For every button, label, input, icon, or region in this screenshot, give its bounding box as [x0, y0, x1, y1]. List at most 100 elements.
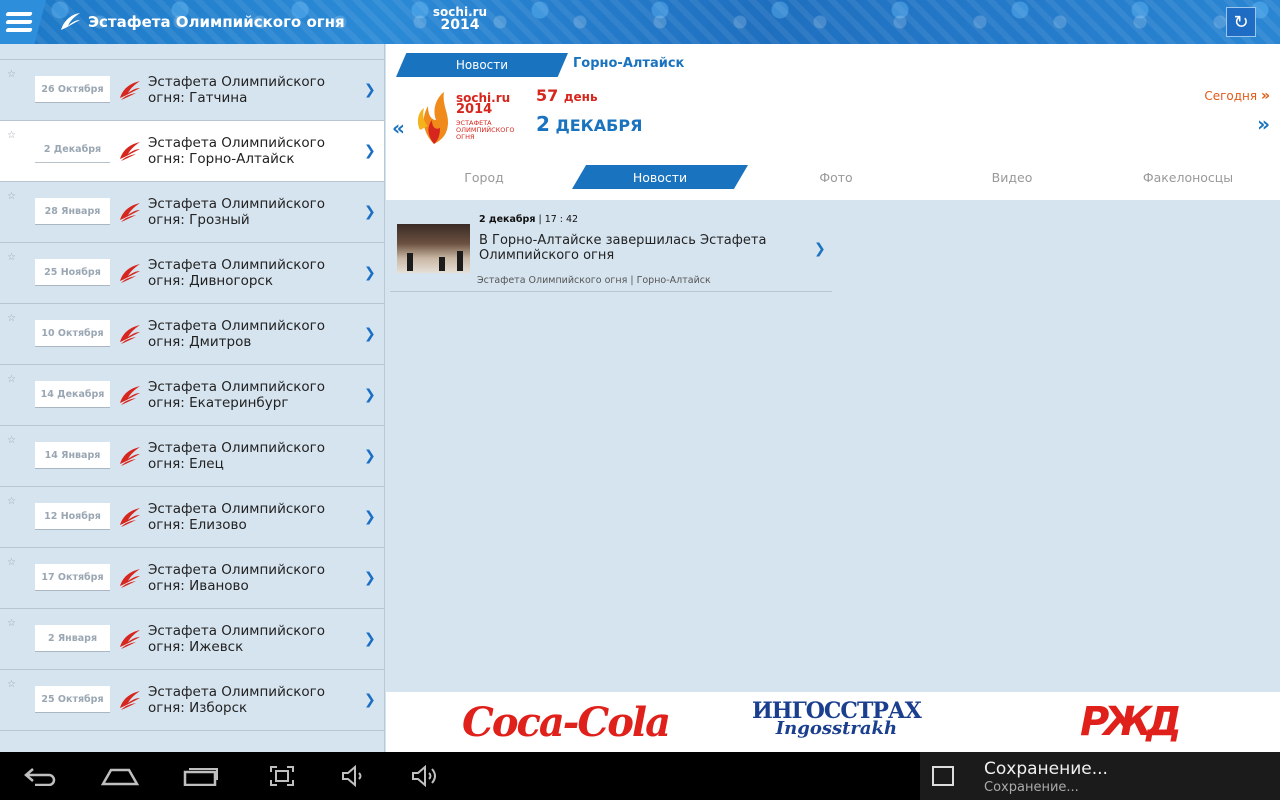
flame-icon — [120, 630, 140, 649]
day-word: день — [563, 90, 598, 104]
favorite-star-icon[interactable]: ☆ — [7, 374, 16, 385]
list-item-title: Эстафета Олимпийского огня: Дмитров — [148, 318, 326, 350]
screenshot-button[interactable] — [268, 762, 296, 790]
hamburger-icon — [5, 12, 33, 32]
sponsor-ingosstrakh[interactable]: ИНГОССТРАХ Ingosstrakh — [752, 698, 922, 746]
image-icon — [932, 766, 954, 786]
home-icon — [101, 768, 139, 786]
list-item-title: Эстафета Олимпийского огня: Екатеринбург — [148, 379, 326, 411]
relay-logo: sochi.ru 2014 ЭСТАФЕТА ОЛИМПИЙСКОГО ОГНЯ — [414, 90, 524, 146]
app-title-text: Эстафета Олимпийского огня — [88, 13, 345, 31]
list-item[interactable]: ☆ 25 Октября Эстафета Олимпийского огня: И… — [0, 670, 384, 731]
chevron-right-icon: ❯ — [364, 631, 376, 647]
flame-icon — [120, 447, 140, 466]
list-item-date: 12 Ноября — [35, 503, 110, 529]
double-chevron-left-icon: « — [392, 116, 405, 140]
city-list[interactable]: ☆ 26 Октября Эстафета Олимпийского огня: Г… — [0, 44, 385, 752]
list-item-title: Эстафета Олимпийского огня: Дивногорск — [148, 257, 326, 289]
detail-panel: Новости Горно-Алтайск sochi.ru 2014 ЭСТА… — [386, 44, 1280, 692]
tab-photo[interactable]: Фото — [748, 165, 924, 189]
favorite-star-icon[interactable]: ☆ — [7, 191, 16, 202]
list-item[interactable]: ☆ 28 Января Эстафета Олимпийского огня: Гр… — [0, 182, 384, 243]
tab-city[interactable]: Город — [396, 165, 572, 189]
list-item[interactable]: ☆ 2 Декабря Эстафета Олимпийского огня: Го… — [0, 121, 384, 182]
logo-caption3: ОГНЯ — [456, 133, 475, 141]
list-item[interactable]: ☆ 12 Ноября Эстафета Олимпийского огня: Ел… — [0, 487, 384, 548]
favorite-star-icon[interactable]: ☆ — [7, 435, 16, 446]
sponsor-rzd[interactable]: РЖД — [1080, 698, 1182, 746]
chevron-right-icon: ❯ — [364, 448, 376, 464]
list-item-title: Эстафета Олимпийского огня: Горно-Алтайс… — [148, 135, 326, 167]
favorite-star-icon[interactable]: ☆ — [7, 252, 16, 263]
list-item[interactable]: ☆ 14 Декабря Эстафета Олимпийского огня: Е… — [0, 365, 384, 426]
chevron-right-icon: ❯ — [814, 241, 826, 257]
volume-down-button[interactable] — [340, 762, 368, 790]
chevron-right-icon: ❯ — [364, 143, 376, 159]
list-item-title: Эстафета Олимпийского огня: Иваново — [148, 562, 326, 594]
list-item[interactable]: ☆ 25 Ноября Эстафета Олимпийского огня: Ди… — [0, 243, 384, 304]
list-item-date: 25 Октября — [35, 686, 110, 712]
back-icon — [24, 768, 56, 786]
volume-up-button[interactable] — [410, 762, 442, 790]
sochi-brand-logo: sochi.ru 2014 — [420, 6, 500, 38]
list-item-date: 2 Декабря — [35, 137, 110, 163]
back-button[interactable] — [22, 762, 58, 790]
news-title: В Горно-Алтайске завершилась Эстафета Ол… — [479, 233, 767, 263]
flame-icon — [120, 142, 140, 161]
list-item-date: 17 Октября — [35, 564, 110, 590]
logo-line2: 2014 — [456, 102, 493, 117]
tab-news[interactable]: Новости — [572, 165, 748, 189]
flame-icon — [120, 203, 140, 222]
chevron-right-icon: ❯ — [364, 509, 376, 525]
today-label: Сегодня — [1204, 89, 1258, 103]
favorite-star-icon[interactable]: ☆ — [7, 130, 16, 141]
recent-apps-button[interactable] — [182, 762, 220, 790]
flame-icon — [120, 569, 140, 588]
refresh-icon: ↻ — [1233, 11, 1249, 33]
news-thumbnail — [397, 224, 470, 273]
refresh-button[interactable]: ↻ — [1226, 7, 1256, 37]
save-notification[interactable]: Сохранение... Сохранение... — [920, 752, 1280, 800]
list-item[interactable] — [0, 44, 384, 60]
next-day-button[interactable]: » — [1257, 112, 1270, 136]
list-item-date: 14 Декабря — [35, 381, 110, 407]
system-navigation-bar: Сохранение... Сохранение... — [0, 752, 1280, 800]
news-tags: Эстафета Олимпийского огня | Горно-Алтай… — [477, 275, 711, 286]
news-item[interactable]: 2 декабря | 17 : 42 В Горно-Алтайске зав… — [390, 210, 832, 292]
sponsor-coca-cola[interactable]: Coca-Cola — [462, 698, 671, 746]
tab-torchbearers[interactable]: Факелоносцы — [1100, 165, 1276, 189]
crumb-city: Горно-Алтайск — [573, 56, 685, 71]
list-item[interactable]: ☆ 17 Октября Эстафета Олимпийского огня: И… — [0, 548, 384, 609]
chevron-right-icon: ❯ — [364, 326, 376, 342]
list-item-title: Эстафета Олимпийского огня: Елизово — [148, 501, 326, 533]
notification-title: Сохранение... — [984, 759, 1108, 779]
list-item[interactable]: ☆ 14 Января Эстафета Олимпийского огня: Ел… — [0, 426, 384, 487]
list-item[interactable]: ☆ 10 Октября Эстафета Олимпийского огня: Д… — [0, 304, 384, 365]
chevron-right-icon: ❯ — [364, 387, 376, 403]
list-item[interactable]: ☆ 26 Октября Эстафета Олимпийского огня: Г… — [0, 60, 384, 121]
current-date: 2 ДЕКАБРЯ — [536, 112, 642, 136]
favorite-star-icon[interactable]: ☆ — [7, 679, 16, 690]
flame-icon — [120, 508, 140, 527]
chevron-right-icon: ❯ — [364, 82, 376, 98]
crumb-tab-news[interactable]: Новости — [396, 53, 568, 77]
favorite-star-icon[interactable]: ☆ — [7, 557, 16, 568]
list-item[interactable]: ☆ 2 Января Эстафета Олимпийского огня: Иже… — [0, 609, 384, 670]
favorite-star-icon[interactable]: ☆ — [7, 618, 16, 629]
favorite-star-icon[interactable]: ☆ — [7, 69, 16, 80]
tab-video[interactable]: Видео — [924, 165, 1100, 189]
home-button[interactable] — [100, 762, 140, 790]
favorite-star-icon[interactable]: ☆ — [7, 313, 16, 324]
prev-day-button[interactable]: « — [392, 116, 405, 140]
list-item-title: Эстафета Олимпийского огня: Грозный — [148, 196, 326, 228]
sponsors-bar: Coca-Cola ИНГОССТРАХ Ingosstrakh РЖД — [386, 692, 1280, 752]
list-item-title: Эстафета Олимпийского огня: Ижевск — [148, 623, 326, 655]
list-item-date: 10 Октября — [35, 320, 110, 346]
flame-icon — [120, 264, 140, 283]
detail-header: Новости Горно-Алтайск sochi.ru 2014 ЭСТА… — [386, 44, 1280, 200]
today-button[interactable]: Сегодня » — [1204, 88, 1270, 104]
notification-subtitle: Сохранение... — [984, 780, 1079, 795]
flame-icon — [120, 81, 140, 100]
flame-icon — [120, 325, 140, 344]
favorite-star-icon[interactable]: ☆ — [7, 496, 16, 507]
